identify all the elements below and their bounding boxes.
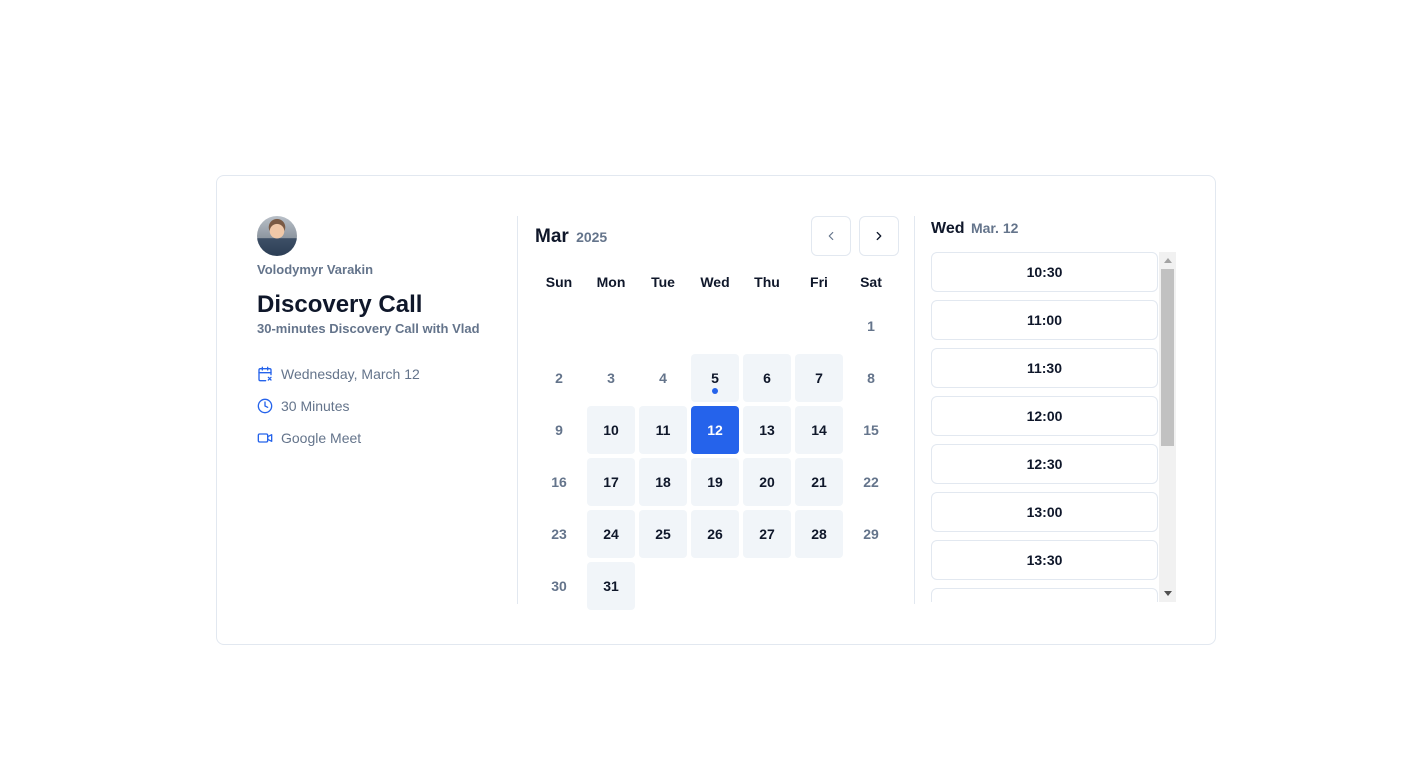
detail-duration: 30 Minutes — [257, 390, 517, 422]
calendar-day-17[interactable]: 17 — [587, 458, 635, 506]
detail-duration-text: 30 Minutes — [281, 398, 350, 414]
calendar-day-25[interactable]: 25 — [639, 510, 687, 558]
time-slot-button[interactable] — [931, 588, 1158, 602]
time-slot-button[interactable]: 11:00 — [931, 300, 1158, 340]
detail-date: Wednesday, March 12 — [257, 358, 517, 390]
calendar-day-7[interactable]: 7 — [795, 354, 843, 402]
calendar-days: 1 2 3 4 5 6 7 8 9 10 11 12 13 14 15 16 17 18 19 20 21 22 23 24 2… — [533, 298, 899, 618]
time-slots-panel: Wed Mar. 12 10:30 11:00 11:30 12:00 12:30 13:… — [931, 216, 1176, 602]
time-slot-button[interactable]: 12:00 — [931, 396, 1158, 436]
booking-card: Volodymyr Varakin Discovery Call 30-minu… — [216, 175, 1216, 645]
calendar-day-4: 4 — [659, 370, 667, 386]
calendar-day-24[interactable]: 24 — [587, 510, 635, 558]
calendar-x-icon — [258, 366, 272, 382]
calendar-day-15: 15 — [863, 422, 879, 438]
weekday-header-thu: Thu — [754, 274, 780, 290]
detail-location: Google Meet — [257, 422, 517, 454]
selected-date-header: Wed Mar. 12 — [931, 216, 1176, 240]
calendar-day-1: 1 — [867, 318, 875, 334]
calendar-day-27[interactable]: 27 — [743, 510, 791, 558]
weekday-header-mon: Mon — [596, 274, 626, 290]
scroll-up-arrow-icon[interactable] — [1159, 252, 1176, 269]
calendar-day-14[interactable]: 14 — [795, 406, 843, 454]
calendar-day-16: 16 — [551, 474, 567, 490]
previous-month-button[interactable] — [811, 216, 851, 256]
weekday-header-fri: Fri — [810, 274, 828, 290]
panel-divider — [517, 216, 518, 604]
weekday-header-tue: Tue — [651, 274, 675, 290]
calendar-day-19[interactable]: 19 — [691, 458, 739, 506]
today-indicator-dot — [712, 388, 718, 394]
time-slot-button[interactable]: 13:00 — [931, 492, 1158, 532]
calendar-grid: Sun Mon Tue Wed Thu Fri Sat 1 2 3 4 5 6 7 8 9 10 11 12 13 1… — [533, 266, 899, 618]
chevron-right-icon — [876, 231, 882, 241]
calendar-day-3: 3 — [607, 370, 615, 386]
calendar-day-9: 9 — [555, 422, 563, 438]
calendar-day-12[interactable]: 12 — [691, 406, 739, 454]
time-slot-button[interactable]: 10:30 — [931, 252, 1158, 292]
calendar-day-6[interactable]: 6 — [743, 354, 791, 402]
time-slot-button[interactable]: 12:30 — [931, 444, 1158, 484]
host-name: Volodymyr Varakin — [257, 262, 374, 277]
calendar-day-5[interactable]: 5 — [691, 354, 739, 402]
event-details: Wednesday, March 12 30 Minutes Google Me… — [257, 358, 517, 454]
weekday-header-sun: Sun — [545, 274, 573, 290]
calendar-header: Mar 2025 — [533, 216, 899, 256]
calendar-day-22: 22 — [863, 474, 879, 490]
calendar-day-26[interactable]: 26 — [691, 510, 739, 558]
calendar-day-20[interactable]: 20 — [743, 458, 791, 506]
calendar-day-10[interactable]: 10 — [587, 406, 635, 454]
event-description: 30-minutes Discovery Call with Vlad — [257, 321, 480, 336]
calendar-day-29: 29 — [863, 526, 879, 542]
calendar-day-31[interactable]: 31 — [587, 562, 635, 610]
time-slot-button[interactable]: 13:30 — [931, 540, 1158, 580]
event-title: Discovery Call — [257, 291, 423, 318]
weekday-header-sat: Sat — [860, 274, 882, 290]
panel-divider — [914, 216, 915, 604]
detail-date-text: Wednesday, March 12 — [281, 366, 420, 382]
time-slot-button[interactable]: 11:30 — [931, 348, 1158, 388]
weekday-header-row: Sun Mon Tue Wed Thu Fri Sat — [533, 266, 899, 298]
calendar-day-8: 8 — [867, 370, 875, 386]
selected-date: Mar. 12 — [970, 220, 1019, 236]
selected-weekday: Wed — [931, 220, 965, 237]
detail-location-text: Google Meet — [281, 430, 362, 446]
clock-icon — [257, 398, 273, 414]
calendar-day-2: 2 — [555, 370, 563, 386]
time-slot-scrollbar[interactable] — [1159, 252, 1176, 602]
calendar-day-13[interactable]: 13 — [743, 406, 791, 454]
next-month-button[interactable] — [859, 216, 899, 256]
calendar-day-21[interactable]: 21 — [795, 458, 843, 506]
calendar-day-30: 30 — [551, 578, 567, 594]
month-label: Mar 2025 — [535, 226, 607, 248]
weekday-header-wed: Wed — [700, 274, 730, 290]
calendar-day-23: 23 — [551, 526, 567, 542]
calendar-day-28[interactable]: 28 — [795, 510, 843, 558]
calendar-day-18[interactable]: 18 — [639, 458, 687, 506]
host-avatar — [257, 216, 297, 256]
video-camera-icon — [257, 433, 273, 443]
event-info-panel: Volodymyr Varakin Discovery Call 30-minu… — [257, 216, 517, 454]
chevron-left-icon — [828, 231, 834, 241]
scrollbar-thumb[interactable] — [1161, 269, 1174, 446]
scroll-down-arrow-icon[interactable] — [1159, 585, 1176, 602]
calendar: Mar 2025 Sun Mon Tue Wed Thu Fri Sat 123456789… — [533, 216, 899, 610]
time-slot-list: 10:30 11:00 11:30 12:00 12:30 13:00 13:30 — [931, 252, 1176, 602]
year-label: 2025 — [576, 229, 608, 245]
calendar-day-11[interactable]: 11 — [639, 406, 687, 454]
month-name: Mar — [535, 226, 569, 247]
